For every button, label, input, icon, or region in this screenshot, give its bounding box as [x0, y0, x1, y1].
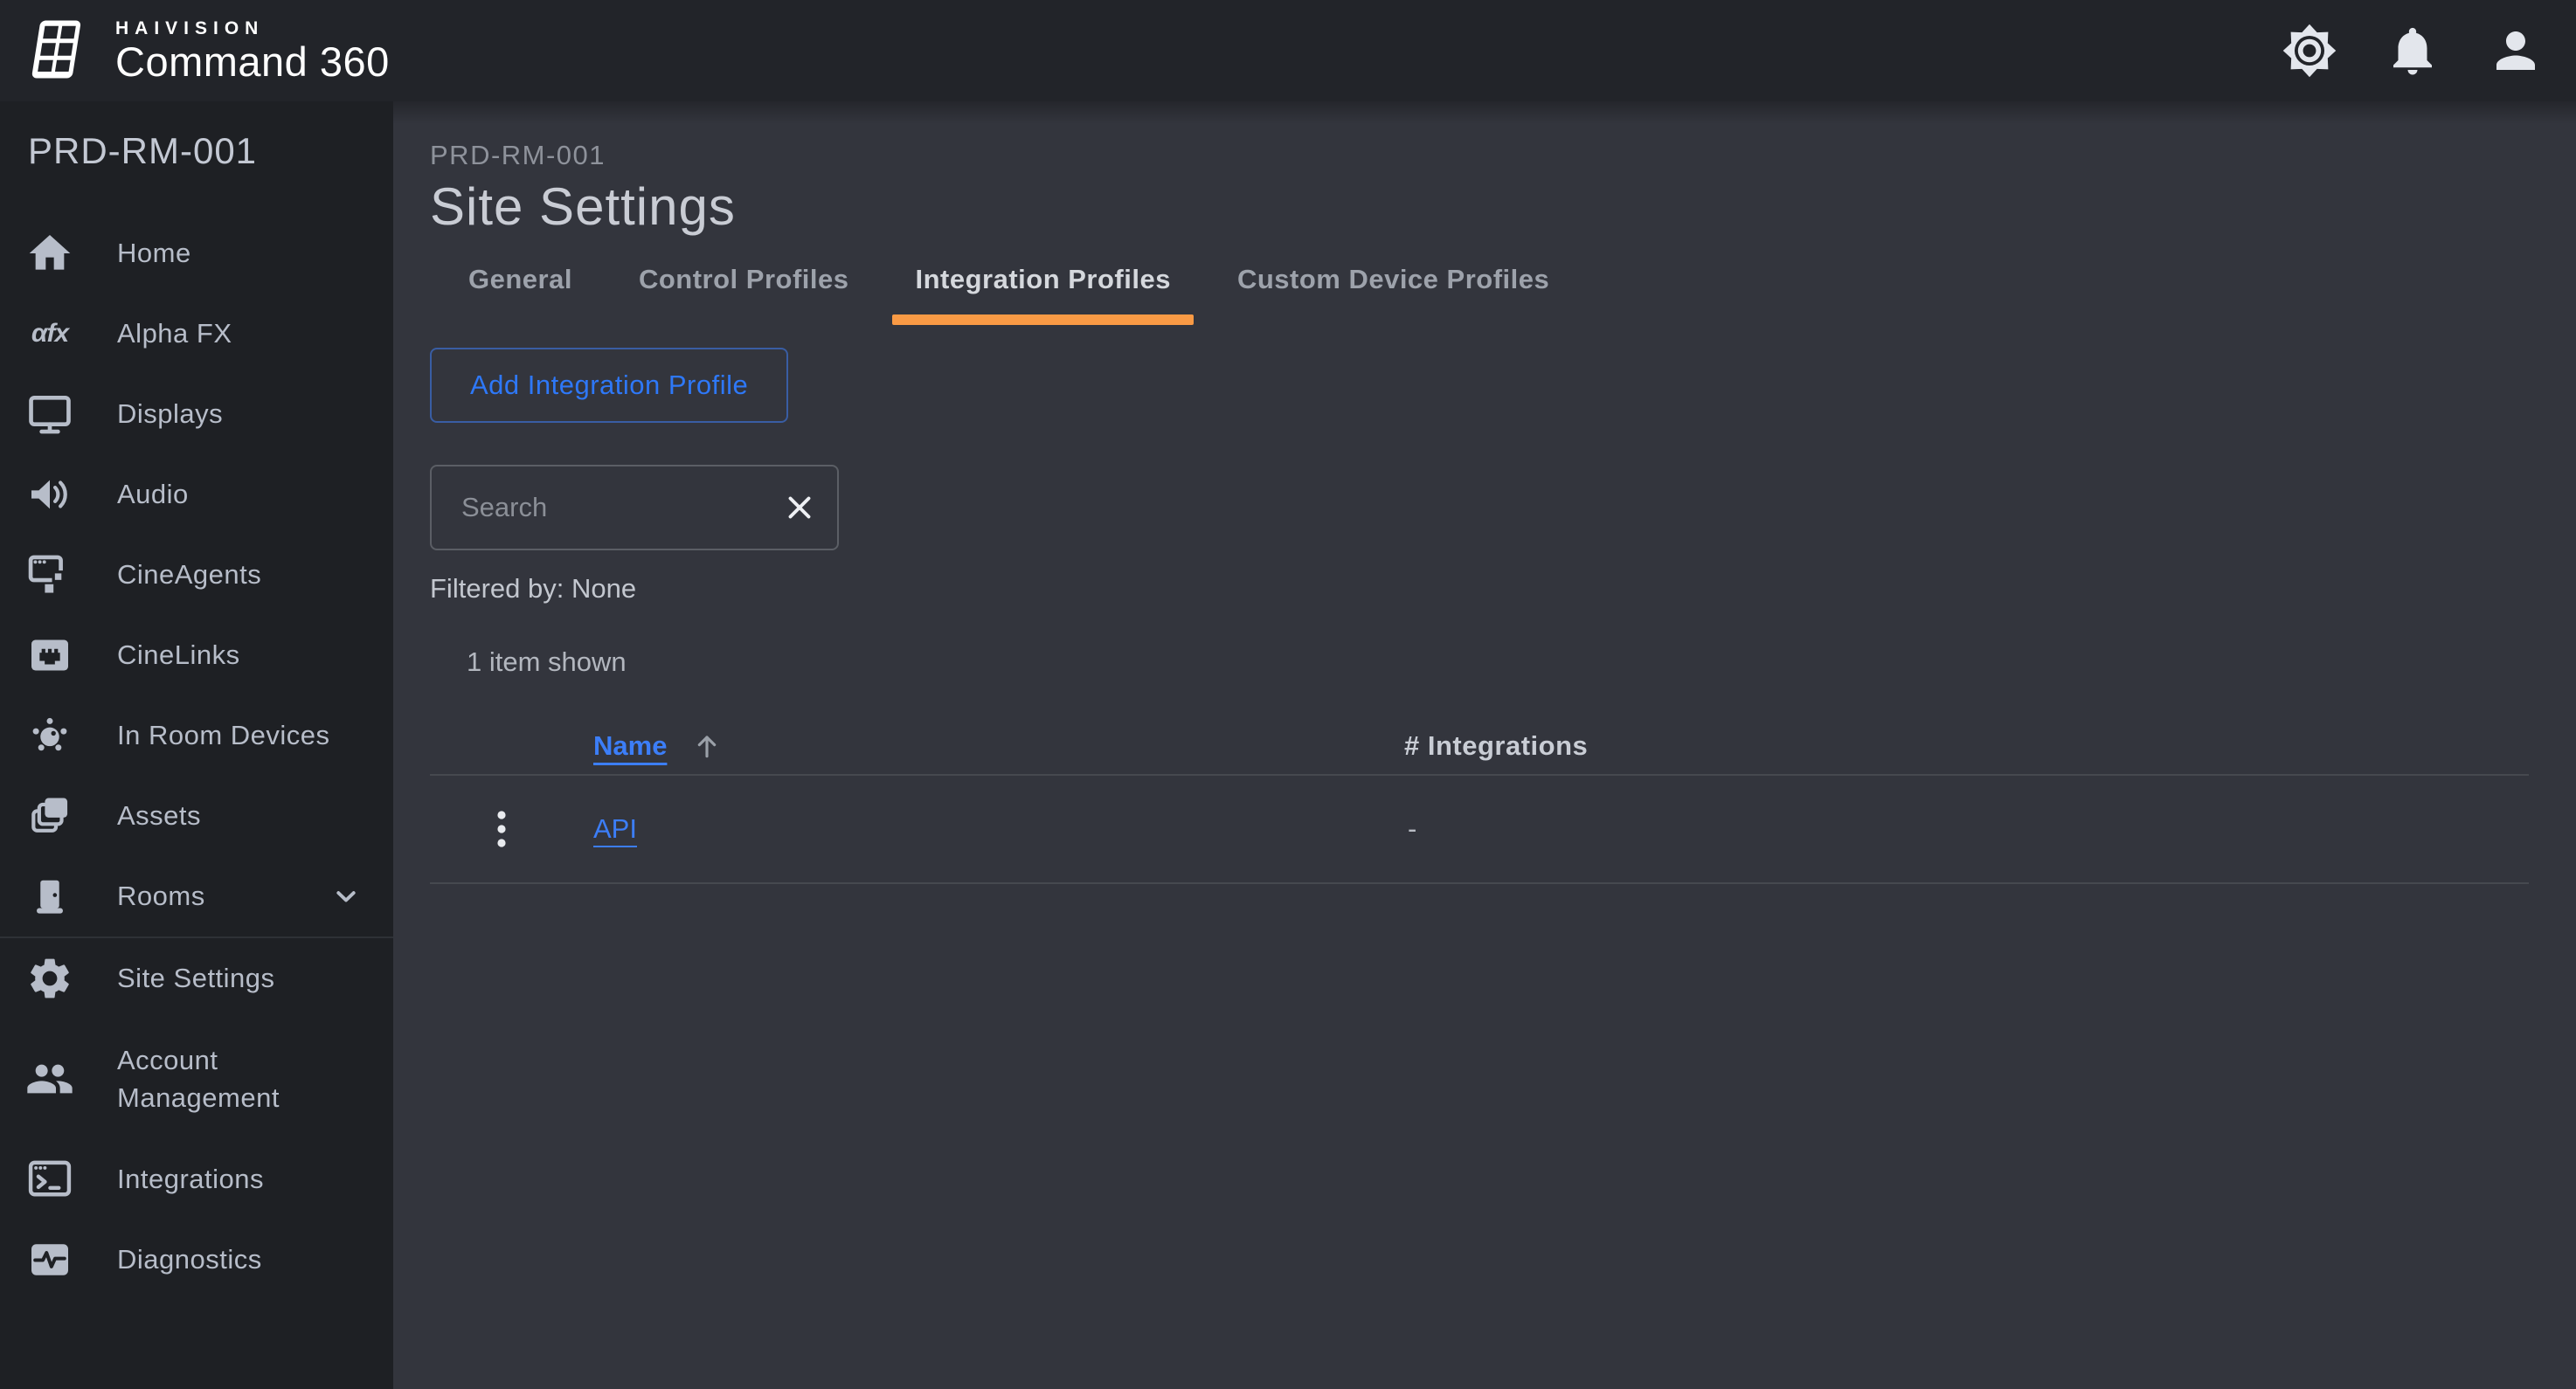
bell-icon: [2384, 22, 2441, 79]
row-integrations-cell: -: [1404, 813, 2529, 845]
sidebar-item-cineagents[interactable]: CineAgents: [0, 535, 393, 615]
sidebar-item-label: Displays: [117, 398, 223, 430]
cinelinks-icon: [23, 631, 77, 680]
row-actions-cell: [430, 806, 593, 852]
sidebar-item-label: Audio: [117, 479, 189, 510]
topbar-actions: [2281, 22, 2545, 79]
tab-general[interactable]: General: [435, 264, 606, 325]
sidebar-item-home[interactable]: Home: [0, 213, 393, 294]
rooms-door-icon: [23, 872, 77, 921]
gear-icon: [2281, 22, 2338, 79]
chevron-down-icon: [330, 881, 362, 912]
terminal-icon: [23, 1155, 77, 1204]
integration-profiles-table: Name # Integrations: [430, 718, 2529, 884]
filtered-by-label: Filtered by: None: [430, 573, 2576, 605]
gear-icon: [23, 954, 77, 1003]
site-id-label: PRD-RM-001: [28, 129, 393, 173]
row-name-cell: API: [593, 813, 1404, 845]
row-menu-button[interactable]: [481, 806, 523, 852]
brand-name-large: Command 360: [115, 41, 390, 82]
cineagents-icon: [23, 550, 77, 599]
users-icon: [23, 1054, 77, 1103]
sidebar-item-alpha-fx[interactable]: αfx Alpha FX: [0, 294, 393, 374]
alpha-fx-icon: αfx: [23, 319, 77, 349]
kebab-menu-icon: [481, 806, 523, 852]
sidebar-item-label: Rooms: [117, 881, 205, 912]
home-icon: [23, 229, 77, 278]
tab-bar: General Control Profiles Integration Pro…: [430, 264, 2576, 325]
sidebar-item-integrations[interactable]: Integrations: [0, 1139, 393, 1220]
tab-custom-device-profiles[interactable]: Custom Device Profiles: [1204, 264, 1582, 325]
brand[interactable]: HAIVISION Command 360: [23, 14, 390, 87]
sidebar-item-in-room-devices[interactable]: In Room Devices: [0, 695, 393, 776]
sidebar-item-label: Account Management: [117, 1041, 336, 1117]
profile-link-api[interactable]: API: [593, 813, 637, 844]
sidebar-item-label: Home: [117, 238, 191, 269]
sidebar-item-account-management[interactable]: Account Management: [0, 1019, 393, 1139]
diagnostics-pulse-icon: [23, 1235, 77, 1284]
sort-by-name-link[interactable]: Name: [593, 730, 667, 762]
sidebar-item-audio[interactable]: Audio: [0, 454, 393, 535]
breadcrumb: PRD-RM-001: [430, 140, 2576, 171]
haivision-logo-icon: [23, 14, 96, 87]
sidebar-item-diagnostics[interactable]: Diagnostics: [0, 1220, 393, 1300]
sidebar-item-label: Diagnostics: [117, 1244, 262, 1275]
sidebar-item-label: Site Settings: [117, 963, 275, 994]
sidebar-item-label: Assets: [117, 800, 201, 832]
tab-integration-profiles[interactable]: Integration Profiles: [882, 264, 1203, 325]
name-column-header: Name: [593, 729, 1404, 764]
close-icon: [781, 489, 818, 526]
sidebar-item-label: CineAgents: [117, 559, 261, 591]
assets-icon: [23, 791, 77, 840]
page-body: PRD-RM-001 Home αfx Alpha FX: [0, 101, 2576, 1389]
integrations-column-header: # Integrations: [1404, 730, 2529, 762]
page-title: Site Settings: [430, 176, 2576, 238]
sidebar-nav-bottom: Site Settings Account Management: [0, 936, 393, 1300]
add-integration-profile-button[interactable]: Add Integration Profile: [430, 348, 788, 423]
brand-name-small: HAIVISION: [115, 19, 390, 38]
sidebar-item-label: CineLinks: [117, 639, 240, 671]
sidebar-nav-top: Home αfx Alpha FX: [0, 213, 393, 936]
sidebar-item-assets[interactable]: Assets: [0, 776, 393, 856]
person-icon: [2487, 22, 2545, 79]
search-input[interactable]: [432, 492, 762, 523]
sidebar-item-site-settings[interactable]: Site Settings: [0, 938, 393, 1019]
table-row: API -: [430, 776, 2529, 884]
main-content: PRD-RM-001 Site Settings General Control…: [393, 101, 2576, 1389]
audio-icon: [23, 470, 77, 519]
display-icon: [23, 390, 77, 439]
sidebar: PRD-RM-001 Home αfx Alpha FX: [0, 101, 393, 1389]
sidebar-item-label: Alpha FX: [117, 318, 232, 349]
sidebar-item-label: In Room Devices: [117, 720, 330, 751]
sidebar-item-displays[interactable]: Displays: [0, 374, 393, 454]
sidebar-item-rooms[interactable]: Rooms: [0, 856, 393, 936]
account-button[interactable]: [2487, 22, 2545, 79]
sidebar-item-cinelinks[interactable]: CineLinks: [0, 615, 393, 695]
in-room-devices-icon: [23, 711, 77, 760]
table-header-row: Name # Integrations: [430, 718, 2529, 776]
sidebar-item-label: Integrations: [117, 1164, 264, 1195]
sort-ascending-arrow-icon: [689, 729, 724, 764]
clear-search-button[interactable]: [762, 489, 837, 526]
search-box: [430, 465, 839, 550]
brand-text: HAIVISION Command 360: [115, 19, 390, 82]
notifications-button[interactable]: [2384, 22, 2441, 79]
topbar: HAIVISION Command 360: [0, 0, 2576, 101]
tab-control-profiles[interactable]: Control Profiles: [606, 264, 883, 325]
settings-button[interactable]: [2281, 22, 2338, 79]
items-shown-label: 1 item shown: [467, 646, 2576, 678]
app-window: HAIVISION Command 360: [0, 0, 2576, 1389]
